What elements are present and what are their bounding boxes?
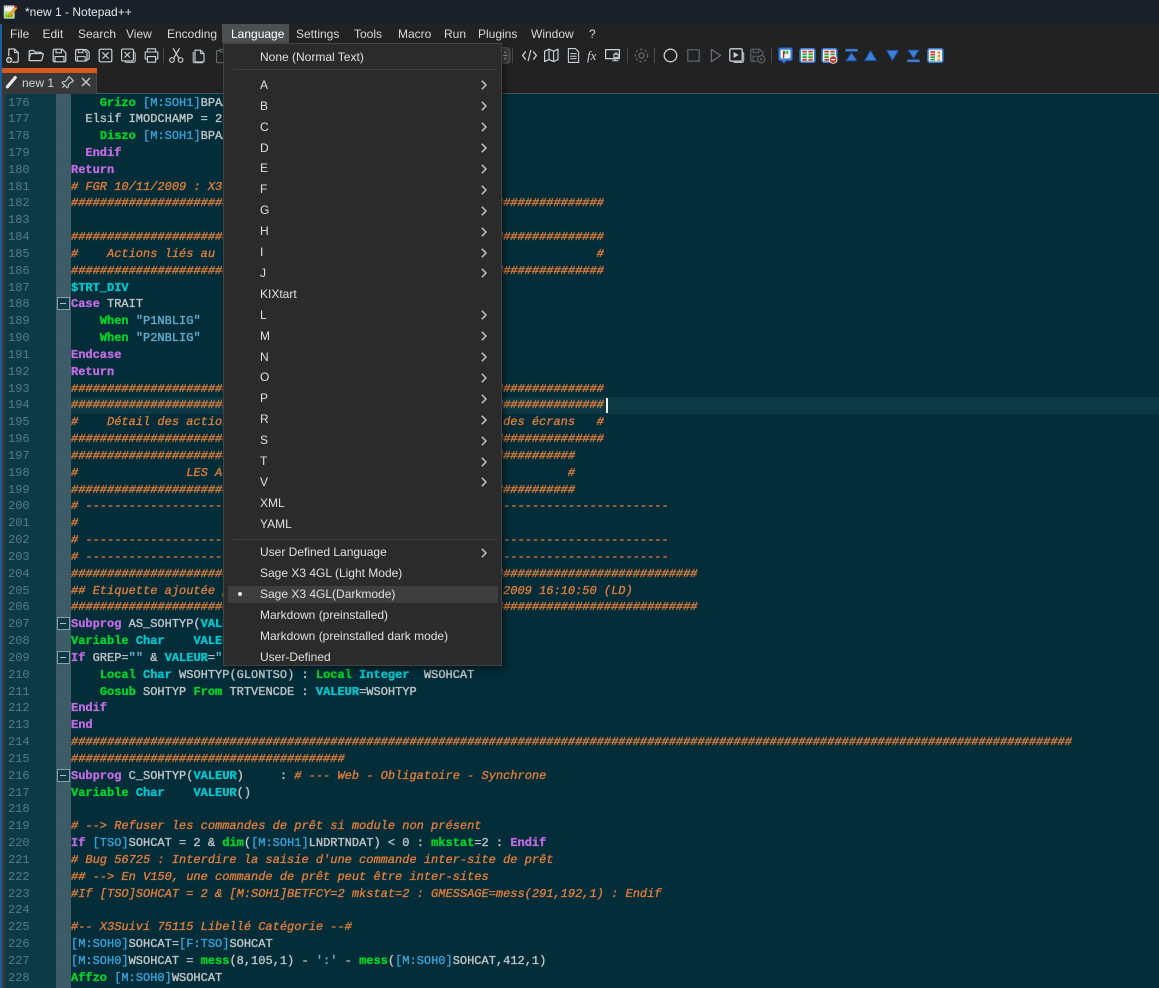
svg-text:fx: fx xyxy=(587,48,597,63)
svg-text:1: 1 xyxy=(785,50,788,55)
